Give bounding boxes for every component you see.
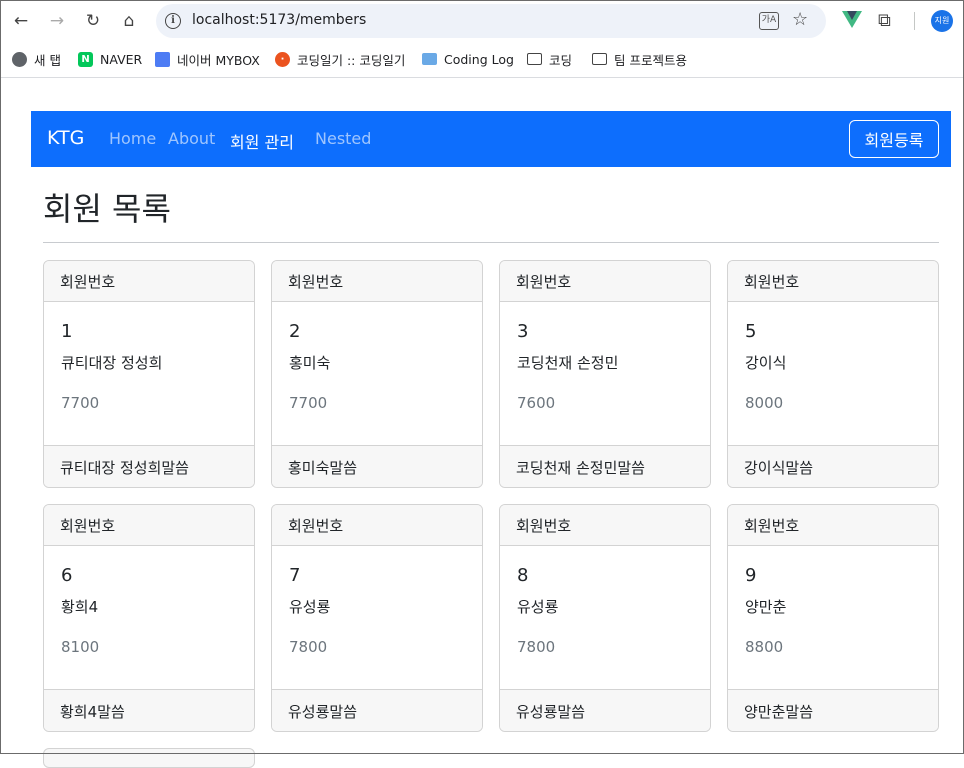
card-header: 회원번호 [500,505,710,546]
folder-icon [527,53,542,65]
url-text[interactable]: localhost:5173/members [192,12,366,28]
bookmarks-bar: 새 탭 N NAVER 네이버 MYBOX · 코딩일기 :: 코딩일기 Cod… [0,42,964,78]
member-name: 강이식 [745,354,787,372]
bookmark-naver[interactable]: N NAVER [78,50,142,68]
member-salary: 8000 [745,394,784,412]
vue-devtools-icon[interactable] [842,11,862,28]
bookmark-label: 코딩 [549,52,573,68]
member-card[interactable]: 회원번호 8 유성룡 7800 유성룡말씀 [499,504,711,732]
card-footer: 강이식말씀 [728,445,938,487]
member-id: 3 [517,321,529,342]
member-card[interactable]: 회원번호 6 황희4 8100 황희4말씀 [43,504,255,732]
card-header: 회원번호 [44,261,254,302]
member-id: 6 [61,565,73,586]
reload-icon[interactable]: ↻ [80,8,106,34]
nav-link-about[interactable]: About [168,129,215,148]
member-card[interactable]: 회원번호 2 홍미숙 7700 홍미숙말씀 [271,260,483,488]
browser-toolbar: ← → ↻ ⌂ i localhost:5173/members 가A ☆ ⧉ … [0,0,964,42]
bookmark-label: Coding Log [444,51,514,67]
page-title: 회원 목록 [43,190,171,228]
toolbar-divider [914,12,915,30]
member-card[interactable]: 회원번호 5 강이식 8000 강이식말씀 [727,260,939,488]
card-header: 회원번호 [272,261,482,302]
home-icon[interactable]: ⌂ [116,8,142,34]
member-id: 5 [745,321,757,342]
translate-icon[interactable]: 가A [759,12,779,30]
member-salary: 8800 [745,638,784,656]
member-card[interactable]: 회원번호 3 코딩천재 손정민 7600 코딩천재 손정민말씀 [499,260,711,488]
back-arrow-icon[interactable]: ← [8,8,34,34]
member-card[interactable]: 회원번호 9 양만춘 8800 양만춘말씀 [727,504,939,732]
card-header: 회원번호 [728,261,938,302]
member-name: 황희4 [61,598,99,616]
register-member-button[interactable]: 회원등록 [849,120,939,158]
title-divider [43,242,939,243]
member-salary: 7800 [517,638,556,656]
bookmark-tistory[interactable]: · 코딩일기 :: 코딩일기 [275,50,405,68]
member-salary: 7700 [289,394,328,412]
globe-icon [12,51,27,67]
member-id: 7 [289,565,301,586]
card-header: 회원번호 [500,261,710,302]
member-card-partial[interactable] [43,748,255,768]
card-footer: 황희4말씀 [44,689,254,731]
bookmark-folder-coding[interactable]: 코딩 [527,50,572,68]
member-name: 유성룡 [289,598,331,616]
bookmark-label: NAVER [100,51,143,67]
bookmark-label: 팀 프로젝트용 [614,52,687,68]
member-salary: 7700 [61,394,100,412]
bookmark-label: 네이버 MYBOX [177,52,260,68]
member-salary: 8100 [61,638,100,656]
member-name: 큐티대장 정성희 [61,354,163,372]
bookmark-label: 코딩일기 :: 코딩일기 [297,52,406,68]
nav-link-nested[interactable]: Nested [315,129,371,148]
bookmark-label: 새 탭 [34,52,61,68]
member-name: 유성룡 [517,598,559,616]
card-footer: 유성룡말씀 [272,689,482,731]
card-header: 회원번호 [272,505,482,546]
member-salary: 7600 [517,394,556,412]
member-id: 2 [289,321,301,342]
forward-arrow-icon[interactable]: → [44,8,70,34]
monitor-icon [422,53,437,65]
app-navbar: KTG Home About 회원 관리 Nested 회원등록 [31,111,951,167]
card-footer: 홍미숙말씀 [272,445,482,487]
nav-link-members[interactable]: 회원 관리 [230,129,294,153]
card-footer: 코딩천재 손정민말씀 [500,445,710,487]
naver-icon: N [78,51,93,67]
bookmark-mybox[interactable]: 네이버 MYBOX [155,50,260,68]
bookmark-folder-team[interactable]: 팀 프로젝트용 [592,50,687,68]
card-footer: 양만춘말씀 [728,689,938,731]
mybox-icon [155,51,170,67]
member-name: 홍미숙 [289,354,331,372]
member-id: 9 [745,565,757,586]
card-footer: 큐티대장 정성희말씀 [44,445,254,487]
bookmark-new-tab[interactable]: 새 탭 [12,50,61,68]
nav-link-home[interactable]: Home [109,129,156,148]
address-bar[interactable]: i localhost:5173/members 가A ☆ [156,4,826,38]
profile-avatar[interactable]: 지원 [931,10,953,32]
folder-icon [592,53,607,65]
card-footer: 유성룡말씀 [500,689,710,731]
card-header: 회원번호 [44,505,254,546]
extensions-icon[interactable]: ⧉ [878,10,891,31]
member-card[interactable]: 회원번호 1 큐티대장 정성희 7700 큐티대장 정성희말씀 [43,260,255,488]
bookmark-coding-log[interactable]: Coding Log [422,50,514,68]
tistory-icon: · [275,51,290,67]
member-id: 1 [61,321,73,342]
card-header: 회원번호 [728,505,938,546]
member-name: 코딩천재 손정민 [517,354,619,372]
navbar-brand[interactable]: KTG [47,127,84,149]
member-name: 양만춘 [745,598,787,616]
bookmark-star-icon[interactable]: ☆ [792,9,808,30]
member-card[interactable]: 회원번호 7 유성룡 7800 유성룡말씀 [271,504,483,732]
site-info-icon[interactable]: i [165,13,181,29]
member-salary: 7800 [289,638,328,656]
member-id: 8 [517,565,529,586]
